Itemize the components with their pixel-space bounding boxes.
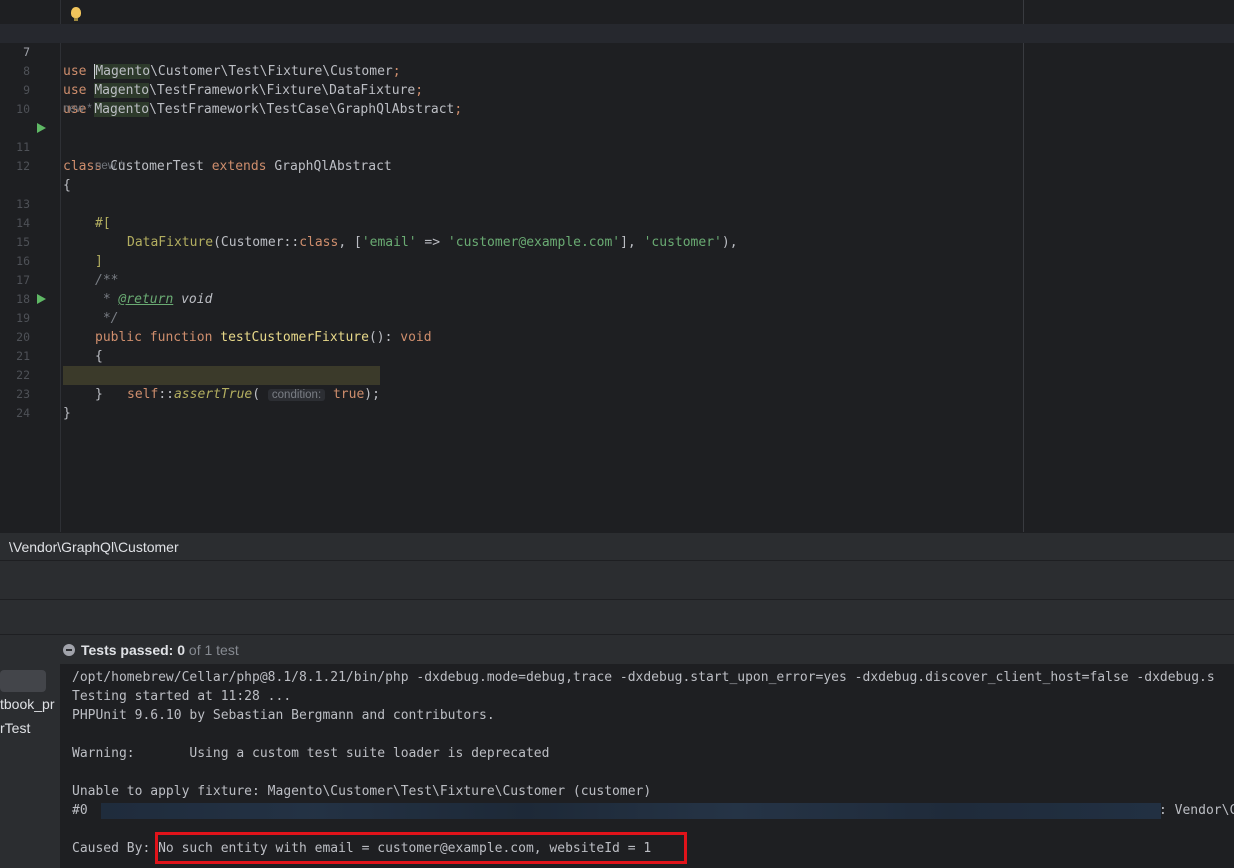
console-line: Unable to apply fixture: Magento\Custome… [72,784,652,799]
code-line-6[interactable]: 6 [0,5,1234,40]
code-line-20[interactable]: 20 { [0,309,1234,364]
code-line-15[interactable]: 15 ] [0,214,1234,269]
breadcrumb[interactable]: \Vendor\GraphQl\Customer [0,532,1234,560]
line-number: 10 [16,102,30,116]
vcs-new-marker: new * [95,160,124,172]
code-line-13[interactable]: 13 #[ [0,176,1234,231]
tool-window-toolbar [0,560,1234,600]
selected-tree-node[interactable] [0,670,46,692]
lightbulb-icon[interactable] [71,7,81,21]
code-line-12[interactable]: 12 { [0,138,1234,193]
code-line-19[interactable]: 19 public function testCustomerFixture()… [0,290,1234,345]
test-status-icon [63,644,75,656]
code-line-11[interactable]: 11 class CustomerTest extends GraphQlAbs… [0,119,1234,174]
breadcrumb-namespace[interactable]: \Vendor\GraphQl\Customer [9,539,179,555]
code-line-10[interactable]: 10 [0,81,1234,116]
code-line-23[interactable]: 23 } [0,366,1234,421]
console-line-trace-suffix: : Vendor\C [1159,803,1234,818]
console-line: PHPUnit 9.6.10 by Sebastian Bergmann and… [72,708,495,723]
line-number: 12 [16,159,30,173]
redacted-stack-trace [101,803,1161,819]
run-class-icon[interactable] [37,123,46,133]
tool-window-tabs [0,599,1234,635]
console-line: /opt/homebrew/Cellar/php@8.1/8.1.21/bin/… [72,670,1215,685]
vcs-new-marker: new * [63,103,92,115]
console-line: Warning: Using a custom test suite loade… [72,746,550,761]
console-line: Testing started at 11:28 ... [72,689,292,704]
run-test-icon[interactable] [37,294,46,304]
code-line-9[interactable]: 9 use Magento\TestFramework\TestCase\Gra… [0,62,1234,117]
code-line-7[interactable]: 7 use Magento\Customer\Test\Fixture\Cust… [0,24,1234,79]
code-editor[interactable]: 6 7 use Magento\Customer\Test\Fixture\Cu… [0,0,1234,532]
error-highlight-box [155,832,687,864]
code-line-22[interactable]: 22 } [0,347,1234,402]
console-line-trace-prefix: #0 [72,803,88,818]
test-status-text: Tests passed: 0 of 1 test [81,642,239,658]
console-output[interactable]: /opt/homebrew/Cellar/php@8.1/8.1.21/bin/… [61,664,1234,868]
code-line-14[interactable]: 14 DataFixture(Customer::class, ['email'… [0,195,1234,250]
code-line-21[interactable]: 21 self::assertTrue( condition: true); [0,328,1234,402]
code-line-24[interactable]: 24 [0,385,1234,420]
tree-item-suite[interactable]: tbook_pr [0,696,54,712]
code-line-16[interactable]: 16 /** [0,233,1234,288]
code-line-18[interactable]: 18 */ [0,271,1234,326]
code-text: } [63,406,71,421]
code-line-8[interactable]: 8 use Magento\TestFramework\Fixture\Data… [0,43,1234,98]
tree-item-test[interactable]: rTest [0,720,30,736]
test-results-header: Tests passed: 0 of 1 test [0,634,1234,665]
line-number: 24 [16,406,30,420]
test-tree-panel[interactable]: tbook_pr rTest [0,664,61,868]
code-text: use Magento\TestFramework\TestCase\Graph… [63,102,463,117]
code-line-17[interactable]: 17 * @return void [0,252,1234,307]
